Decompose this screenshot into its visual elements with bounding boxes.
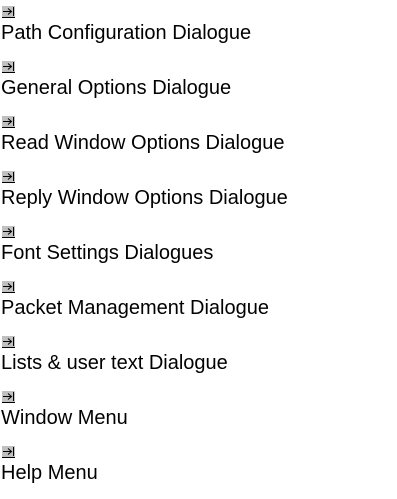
topic-link-packet-management[interactable]: Packet Management Dialogue bbox=[1, 296, 269, 320]
topic-link-path-configuration[interactable]: Path Configuration Dialogue bbox=[1, 21, 251, 45]
help-entry: Path Configuration Dialogue bbox=[0, 0, 397, 56]
topic-link-read-window-options[interactable]: Read Window Options Dialogue bbox=[1, 131, 285, 155]
topic-link-window-menu[interactable]: Window Menu bbox=[1, 406, 128, 430]
help-entry: Help Menu bbox=[0, 440, 397, 496]
help-entry: Reply Window Options Dialogue bbox=[0, 165, 397, 221]
jump-arrow-icon[interactable] bbox=[2, 61, 15, 73]
topic-link-lists-user-text[interactable]: Lists & user text Dialogue bbox=[1, 351, 228, 375]
topic-link-help-menu[interactable]: Help Menu bbox=[1, 461, 98, 485]
jump-arrow-icon[interactable] bbox=[2, 281, 15, 293]
jump-arrow-icon[interactable] bbox=[2, 116, 15, 128]
jump-arrow-icon[interactable] bbox=[2, 446, 15, 458]
jump-arrow-icon[interactable] bbox=[2, 391, 15, 403]
help-entry: Packet Management Dialogue bbox=[0, 275, 397, 331]
jump-arrow-icon[interactable] bbox=[2, 336, 15, 348]
topic-link-reply-window-options[interactable]: Reply Window Options Dialogue bbox=[1, 186, 288, 210]
topic-link-general-options[interactable]: General Options Dialogue bbox=[1, 76, 231, 100]
help-entry: Lists & user text Dialogue bbox=[0, 330, 397, 386]
help-entry: Font Settings Dialogues bbox=[0, 220, 397, 276]
jump-arrow-icon[interactable] bbox=[2, 171, 15, 183]
help-entry: Read Window Options Dialogue bbox=[0, 110, 397, 166]
jump-arrow-icon[interactable] bbox=[2, 6, 15, 18]
help-entry: Window Menu bbox=[0, 385, 397, 441]
jump-arrow-icon[interactable] bbox=[2, 226, 15, 238]
help-entry: General Options Dialogue bbox=[0, 55, 397, 111]
topic-link-font-settings[interactable]: Font Settings Dialogues bbox=[1, 241, 213, 265]
